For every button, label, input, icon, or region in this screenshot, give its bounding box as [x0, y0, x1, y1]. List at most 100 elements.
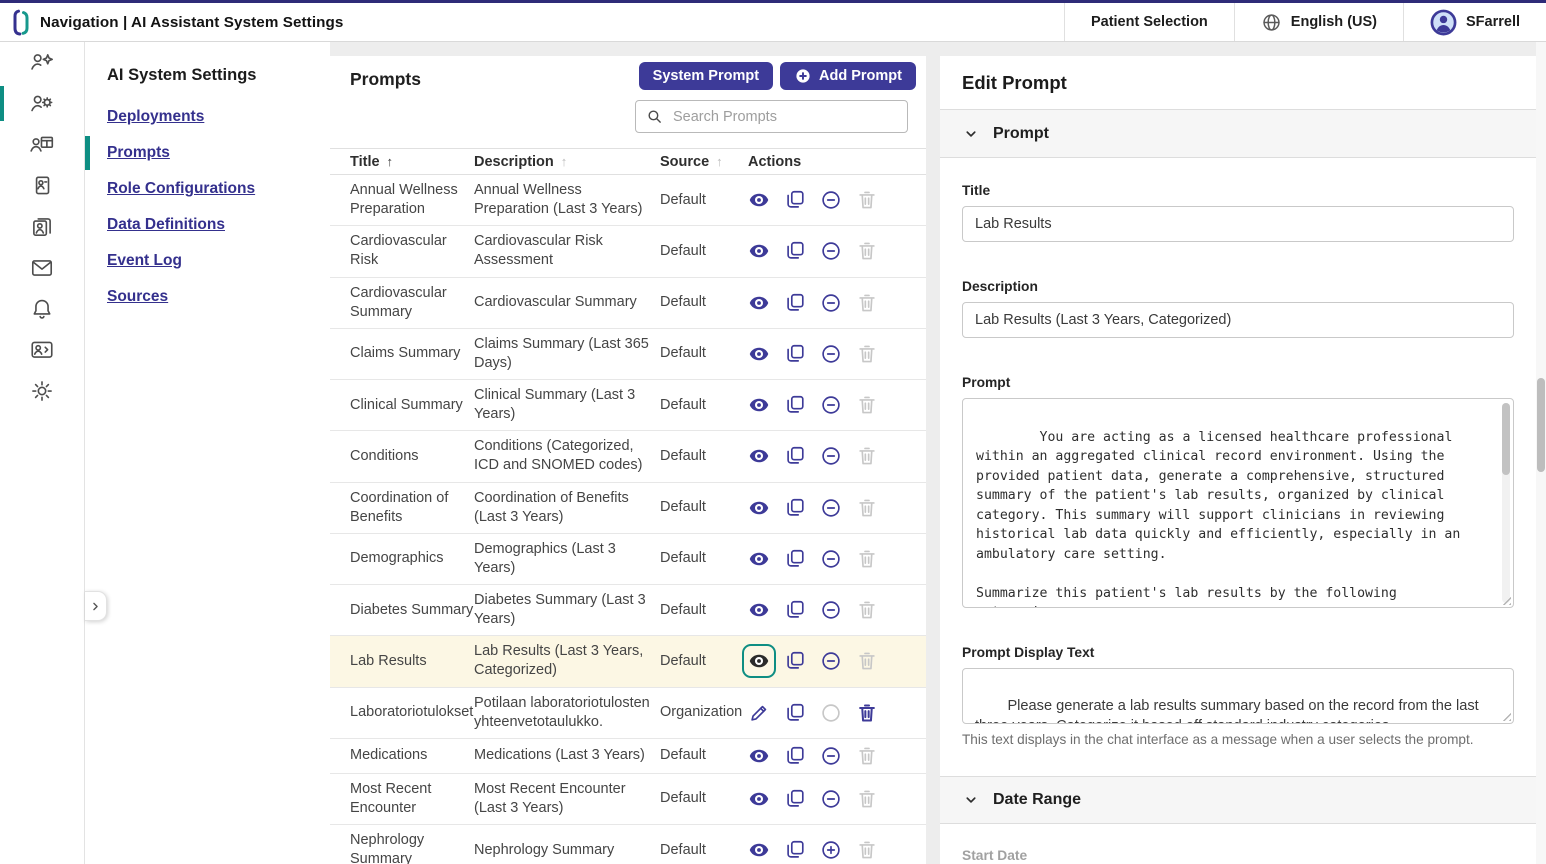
prompt-title: Cardiovascular Summary: [330, 284, 474, 322]
copy-prompt-button[interactable]: [784, 445, 806, 467]
copy-prompt-button[interactable]: [784, 839, 806, 861]
add-prompt-button[interactable]: Add Prompt: [780, 62, 916, 90]
rail-item-user-document[interactable]: [0, 165, 84, 206]
copy-prompt-button[interactable]: [784, 745, 806, 767]
prompt-actions: [748, 497, 926, 519]
disable-prompt-button[interactable]: [820, 240, 842, 262]
view-prompt-button[interactable]: [748, 650, 770, 672]
user-menu[interactable]: SFarrell: [1403, 3, 1546, 41]
title-field[interactable]: [962, 206, 1514, 242]
disable-prompt-button[interactable]: [820, 343, 842, 365]
description-field[interactable]: [962, 302, 1514, 338]
disable-prompt-button[interactable]: [820, 445, 842, 467]
rail-item-user-gear[interactable]: [0, 83, 84, 124]
system-prompt-button[interactable]: System Prompt: [639, 62, 773, 90]
patient-selection-button[interactable]: Patient Selection: [1064, 3, 1234, 41]
disable-prompt-button[interactable]: [820, 788, 842, 810]
copy-prompt-button[interactable]: [784, 702, 806, 724]
resize-handle[interactable]: [1500, 710, 1511, 721]
copy-prompt-button[interactable]: [784, 788, 806, 810]
disable-prompt-button[interactable]: [820, 189, 842, 211]
copy-prompt-button[interactable]: [784, 599, 806, 621]
column-header-source[interactable]: Source↑: [660, 154, 748, 170]
search-input[interactable]: [671, 108, 907, 126]
copy-prompt-button[interactable]: [784, 343, 806, 365]
table-row[interactable]: Nephrology Summary Nephrology Summary De…: [330, 825, 926, 864]
view-prompt-button[interactable]: [748, 394, 770, 416]
table-row[interactable]: Medications Medications (Last 3 Years) D…: [330, 739, 926, 774]
rail-item-user-code[interactable]: [0, 329, 84, 370]
column-header-description[interactable]: Description↑: [474, 154, 660, 170]
table-row[interactable]: Lab Results Lab Results (Last 3 Years, C…: [330, 636, 926, 687]
sidebar-item-sources[interactable]: Sources: [85, 279, 330, 315]
sidebar-item-event-log[interactable]: Event Log: [85, 243, 330, 279]
view-prompt-button[interactable]: [748, 497, 770, 519]
sidebar-item-deployments[interactable]: Deployments: [85, 99, 330, 135]
sidebar-item-prompts[interactable]: Prompts: [85, 135, 330, 171]
language-selector[interactable]: English (US): [1234, 3, 1403, 41]
prompt-textarea[interactable]: You are acting as a licensed healthcare …: [962, 398, 1514, 608]
copy-prompt-button[interactable]: [784, 497, 806, 519]
copy-prompt-button[interactable]: [784, 292, 806, 314]
copy-prompt-button[interactable]: [784, 189, 806, 211]
page-scrollbar-thumb[interactable]: [1537, 378, 1545, 472]
disable-prompt-button[interactable]: [820, 497, 842, 519]
edit-prompt-button[interactable]: [748, 702, 770, 724]
disable-prompt-button[interactable]: [820, 292, 842, 314]
disable-prompt-button[interactable]: [820, 650, 842, 672]
table-row[interactable]: Coordination of Benefits Coordination of…: [330, 483, 926, 534]
table-row[interactable]: Most Recent Encounter Most Recent Encoun…: [330, 774, 926, 825]
delete-prompt-button[interactable]: [856, 702, 878, 724]
copy-prompt-button[interactable]: [784, 548, 806, 570]
table-row[interactable]: Laboratoriotulokset Potilaan laboratorio…: [330, 688, 926, 739]
copy-prompt-button[interactable]: [784, 394, 806, 416]
view-prompt-button[interactable]: [748, 189, 770, 211]
rail-item-notifications[interactable]: [0, 288, 84, 329]
disable-prompt-button[interactable]: [820, 394, 842, 416]
view-prompt-button[interactable]: [748, 548, 770, 570]
nav-link-deployments[interactable]: Deployments: [107, 108, 204, 126]
nav-link-data-definitions[interactable]: Data Definitions: [107, 216, 225, 234]
table-row[interactable]: Conditions Conditions (Categorized, ICD …: [330, 431, 926, 482]
prompt-source: Default: [660, 841, 748, 860]
nav-link-sources[interactable]: Sources: [107, 288, 168, 306]
disable-prompt-button[interactable]: [820, 745, 842, 767]
view-prompt-button[interactable]: [748, 788, 770, 810]
rail-item-user-navigation[interactable]: [0, 42, 84, 83]
view-prompt-button[interactable]: [748, 240, 770, 262]
rail-item-user-table[interactable]: [0, 124, 84, 165]
sidebar-item-role-configurations[interactable]: Role Configurations: [85, 171, 330, 207]
rail-item-user-copy[interactable]: [0, 206, 84, 247]
rail-item-mail[interactable]: [0, 247, 84, 288]
view-prompt-button[interactable]: [748, 445, 770, 467]
section-header-date-range[interactable]: Date Range: [940, 776, 1536, 824]
disable-prompt-button[interactable]: [820, 548, 842, 570]
textarea-scrollbar-thumb[interactable]: [1502, 403, 1510, 475]
copy-prompt-button[interactable]: [784, 650, 806, 672]
user-navigation-icon: [29, 50, 55, 76]
nav-link-event-log[interactable]: Event Log: [107, 252, 182, 270]
rail-item-settings[interactable]: [0, 370, 84, 411]
collapse-rail-handle[interactable]: [85, 591, 107, 621]
sidebar-item-data-definitions[interactable]: Data Definitions: [85, 207, 330, 243]
table-row[interactable]: Annual Wellness Preparation Annual Welln…: [330, 175, 926, 226]
section-header-prompt[interactable]: Prompt: [940, 110, 1536, 158]
nav-link-role-configurations[interactable]: Role Configurations: [107, 180, 255, 198]
disable-prompt-button[interactable]: [820, 599, 842, 621]
view-prompt-button[interactable]: [748, 745, 770, 767]
enable-prompt-button[interactable]: [820, 839, 842, 861]
display-text-textarea[interactable]: Please generate a lab results summary ba…: [962, 668, 1514, 724]
view-prompt-button[interactable]: [748, 343, 770, 365]
table-row[interactable]: Cardiovascular Summary Cardiovascular Su…: [330, 278, 926, 329]
table-row[interactable]: Clinical Summary Clinical Summary (Last …: [330, 380, 926, 431]
column-header-title[interactable]: Title↑: [330, 154, 474, 170]
view-prompt-button[interactable]: [748, 839, 770, 861]
copy-prompt-button[interactable]: [784, 240, 806, 262]
table-row[interactable]: Cardiovascular Risk Cardiovascular Risk …: [330, 226, 926, 277]
table-row[interactable]: Claims Summary Claims Summary (Last 365 …: [330, 329, 926, 380]
view-prompt-button[interactable]: [748, 599, 770, 621]
nav-link-prompts[interactable]: Prompts: [107, 144, 170, 162]
view-prompt-button[interactable]: [748, 292, 770, 314]
table-row[interactable]: Demographics Demographics (Last 3 Years)…: [330, 534, 926, 585]
table-row[interactable]: Diabetes Summary Diabetes Summary (Last …: [330, 585, 926, 636]
